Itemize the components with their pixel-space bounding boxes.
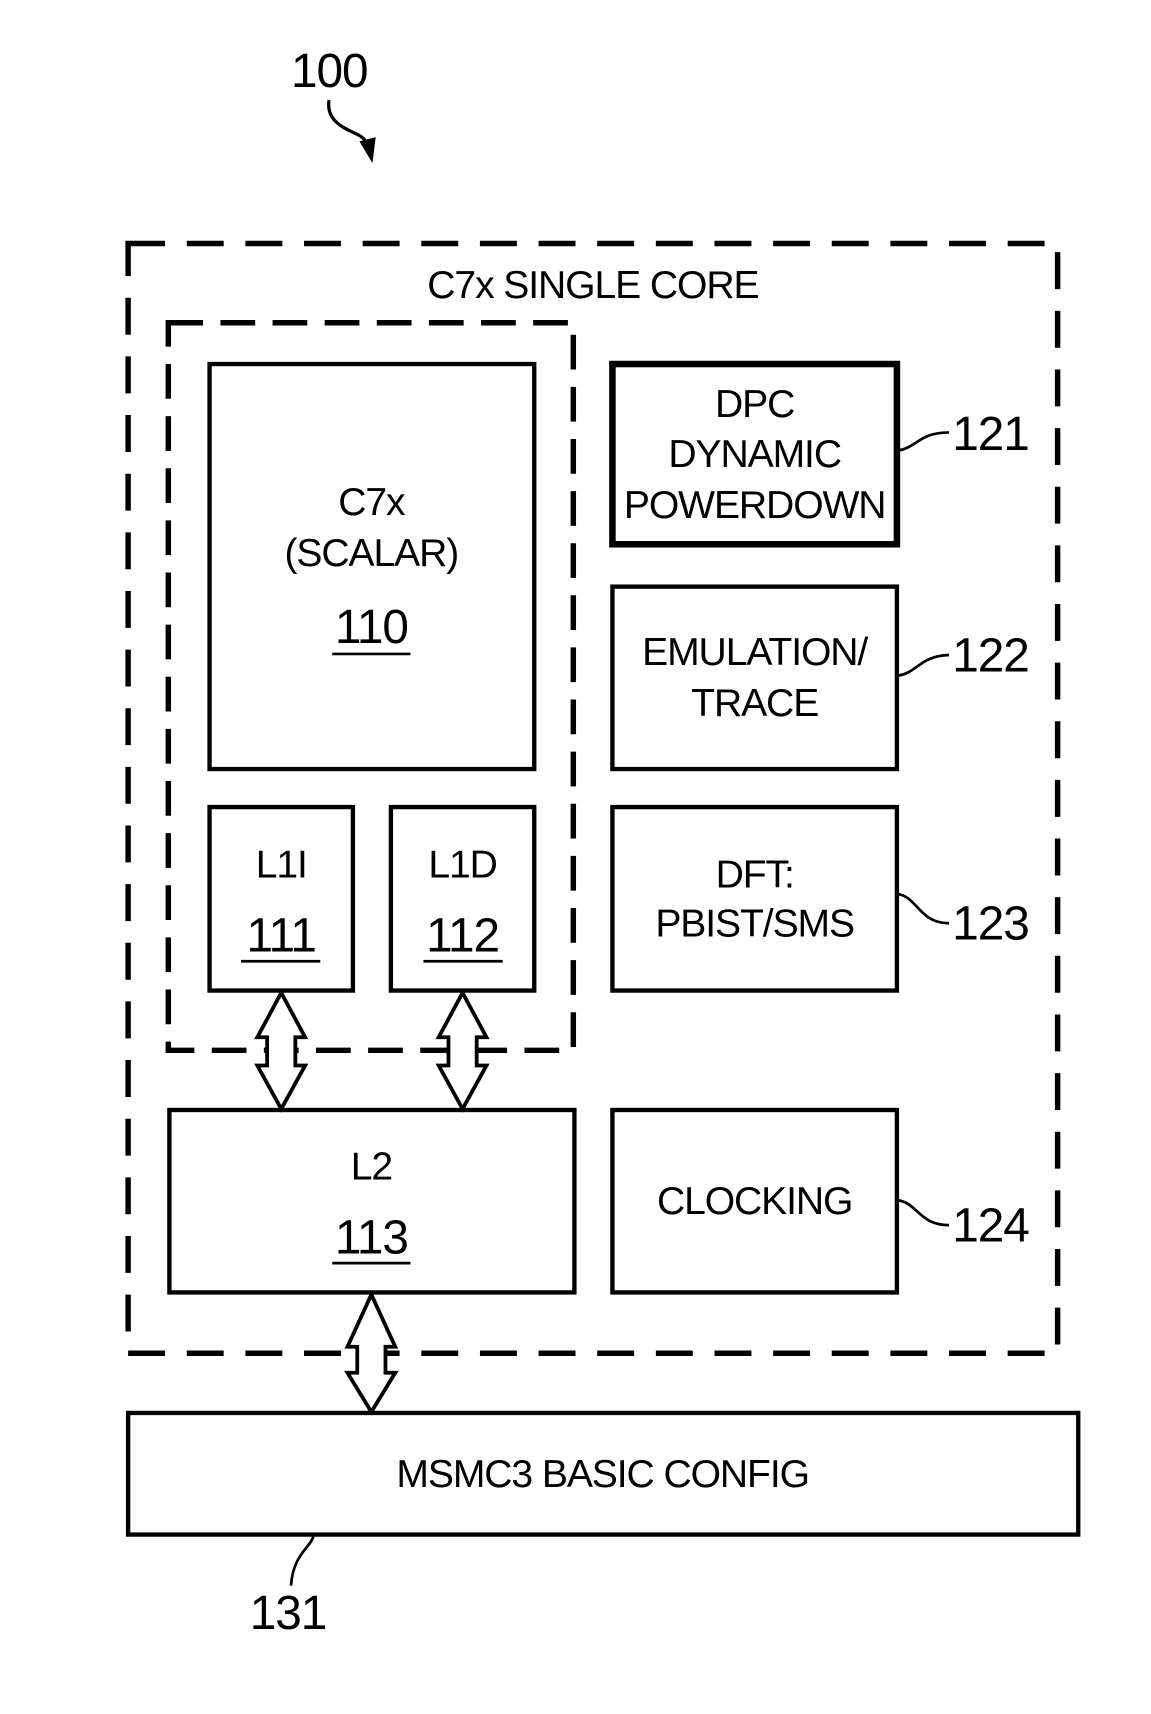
block-l1d: L1D 112: [388, 804, 537, 993]
clocking-leader-line: [896, 1198, 950, 1227]
emulation-ref: 122: [952, 629, 1028, 682]
l1d-ref: 112: [426, 909, 499, 962]
dpc-label-line2: DYNAMIC: [668, 433, 841, 476]
block-dpc: DPC DYNAMIC POWERDOWN: [609, 360, 901, 548]
l1d-label: L1D: [428, 844, 496, 887]
clocking-ref: 124: [952, 1199, 1029, 1252]
l2-label: L2: [351, 1145, 392, 1188]
block-l2: L2 113: [167, 1107, 577, 1295]
figure-ref-100: 100: [291, 45, 367, 98]
l1i-label: L1I: [256, 844, 307, 887]
c7x-ref: 110: [335, 601, 408, 654]
block-c7x-scalar: C7x (SCALAR) 110: [207, 361, 537, 772]
clocking-label: CLOCKING: [657, 1180, 852, 1223]
core-title: C7x SINGLE CORE: [427, 264, 758, 307]
msmc3-ref: 131: [250, 1587, 326, 1640]
dft-label-line2: PBIST/SMS: [655, 902, 854, 945]
l2-ref: 113: [335, 1211, 408, 1264]
block-msmc3: MSMC3 BASIC CONFIG: [125, 1410, 1081, 1537]
msmc3-label: MSMC3 BASIC CONFIG: [396, 1453, 809, 1496]
dft-label-line1: DFT:: [716, 853, 794, 896]
block-dft: DFT: PBIST/SMS: [610, 804, 900, 993]
dpc-ref: 121: [952, 408, 1028, 461]
dpc-label-line3: POWERDOWN: [624, 484, 886, 527]
dpc-leader-line: [896, 431, 950, 453]
dft-ref: 123: [952, 898, 1028, 951]
emulation-label-line1: EMULATION/: [642, 631, 868, 674]
block-l1i: L1I 111: [207, 804, 356, 993]
dpc-label-line1: DPC: [715, 383, 794, 426]
block-clocking: CLOCKING: [610, 1107, 900, 1295]
l1i-ref: 111: [247, 909, 316, 962]
block-diagram: 100 C7x SINGLE CORE C7x (SCALAR) 110 L1I…: [125, 45, 1081, 1640]
emulation-label-line2: TRACE: [691, 682, 818, 725]
dft-leader-line: [896, 892, 950, 925]
emulation-leader-line: [896, 653, 950, 678]
block-emulation-trace: EMULATION/ TRACE: [610, 584, 900, 772]
msmc3-leader-line: [289, 1534, 316, 1586]
figure-ref-arrowhead-icon: [359, 137, 376, 164]
c7x-label-line2: (SCALAR): [285, 532, 459, 575]
c7x-label-line1: C7x: [338, 481, 406, 524]
